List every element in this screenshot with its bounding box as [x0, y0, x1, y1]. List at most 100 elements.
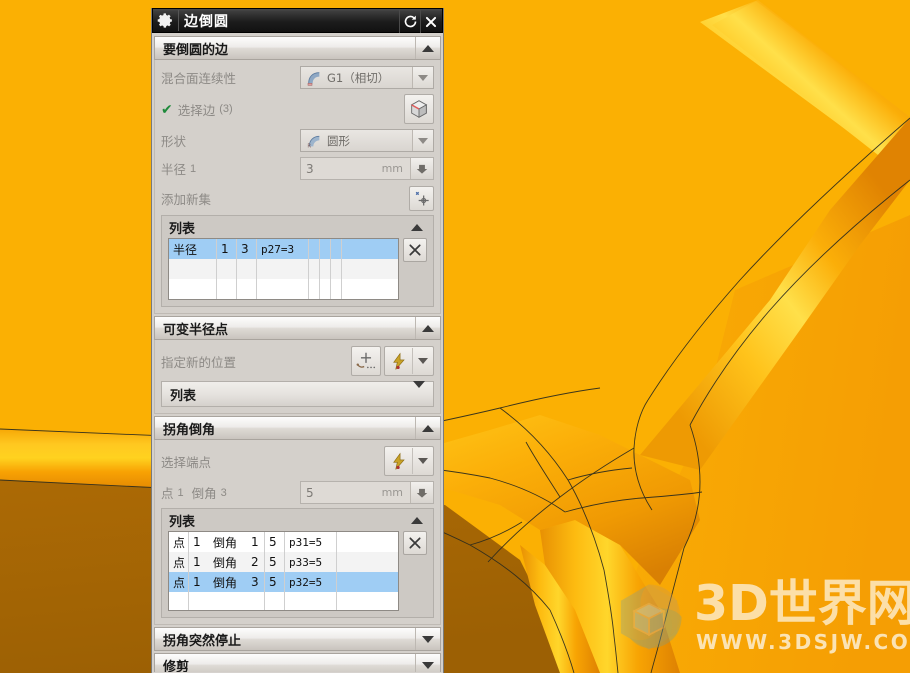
cell-index: 1	[193, 535, 201, 549]
label-radius-index: 1	[190, 162, 197, 175]
row-add-new-set: 添加新集	[161, 183, 434, 213]
radius-list-header[interactable]: 列表	[162, 216, 433, 238]
cell-sub: 倒角	[213, 555, 238, 570]
cell-expr: p31=5	[285, 532, 337, 552]
titlebar-divider	[178, 10, 179, 31]
shape-circular-icon: R	[303, 131, 325, 150]
chevron-up-icon-setback-list[interactable]	[407, 511, 427, 529]
cell-expr: p32=5	[285, 572, 337, 592]
reset-icon[interactable]	[400, 10, 420, 33]
chevron-up-icon-corner-setback[interactable]	[415, 417, 440, 439]
label-radius: 半径	[161, 162, 187, 177]
cell-pad-1	[309, 279, 320, 299]
chevron-down-icon-variable-radius-list[interactable]	[413, 381, 425, 402]
shape-value: 圆形	[327, 133, 350, 148]
continuity-select[interactable]: G1（相切）	[300, 66, 434, 89]
gear-icon[interactable]	[155, 10, 176, 31]
chevron-down-icon-corner-stop[interactable]	[415, 628, 440, 650]
delete-radius-button[interactable]	[403, 238, 427, 262]
row-select-edge: ✔ 选择边 (3)	[161, 92, 434, 126]
cell-pad-3	[331, 259, 342, 279]
chevron-up-icon-variable-radius[interactable]	[415, 317, 440, 339]
setback-unit: mm	[381, 486, 403, 499]
edge-blend-dialog: 边倒圆 要倒圆的边 混合面连续性 G1（相切） ✔ 选择边 (3) 形状 R 圆…	[151, 8, 444, 673]
table-row[interactable]	[169, 259, 398, 279]
radius-input[interactable]: 3 mm	[300, 157, 434, 180]
cell-name	[169, 259, 217, 279]
table-row[interactable]: 点 1 倒角 2 5 p33=5	[169, 552, 398, 572]
endpoint-snap-splitbutton[interactable]	[384, 446, 434, 476]
section-header-corner-stop[interactable]: 拐角突然停止	[154, 627, 441, 651]
cell-name: 点	[169, 572, 189, 592]
section-header-edges[interactable]: 要倒圆的边	[154, 36, 441, 60]
shape-select[interactable]: R 圆形	[300, 129, 434, 152]
row-shape: 形状 R 圆形	[161, 127, 434, 154]
snap-point-icon[interactable]	[385, 347, 412, 375]
cell-name	[169, 279, 217, 299]
section-body-edges: 混合面连续性 G1（相切） ✔ 选择边 (3) 形状 R 圆形 半径 1 3 m…	[154, 60, 441, 314]
section-title-variable-radius: 可变半径点	[163, 322, 229, 338]
cell-subindex: 2	[247, 552, 265, 572]
cell-pad-1	[309, 239, 320, 259]
cell-pad-4	[342, 279, 398, 299]
snap-point-splitbutton[interactable]	[384, 346, 434, 376]
radius-list-wrap: 半径 1 3 p27=3	[162, 238, 433, 300]
radius-stepper[interactable]	[410, 158, 433, 179]
cell-pad-1	[309, 259, 320, 279]
snap-point-icon-endpoint[interactable]	[385, 447, 412, 475]
section-body-corner-setback: 选择端点 点 1 倒角 3 5 mm 列表 点 1 倒角 1 5 p31=5 点…	[154, 440, 441, 625]
section-header-variable-radius[interactable]: 可变半径点	[154, 316, 441, 340]
variable-radius-list-header[interactable]: 列表	[161, 381, 434, 407]
titlebar-buttons	[399, 9, 441, 34]
cell-index	[189, 592, 209, 610]
table-row[interactable]: 点 1 倒角 3 5 p32=5	[169, 572, 398, 592]
section-header-corner-setback[interactable]: 拐角倒角	[154, 416, 441, 440]
cell-value: 3	[237, 239, 257, 259]
chevron-down-icon-snap-point[interactable]	[413, 347, 433, 375]
cell-value	[237, 259, 257, 279]
delete-setback-button[interactable]	[403, 531, 427, 555]
setback-value: 5	[306, 485, 314, 500]
select-edge-button[interactable]	[404, 94, 434, 124]
setback-list[interactable]: 点 1 倒角 1 5 p31=5 点 1 倒角 2 5 p33=5 点 1 倒角…	[168, 531, 399, 611]
table-row[interactable]	[169, 592, 398, 610]
variable-radius-list-title: 列表	[170, 388, 197, 404]
table-row[interactable]	[169, 279, 398, 299]
cell-sub: 倒角	[213, 535, 238, 550]
setback-input[interactable]: 5 mm	[300, 481, 434, 504]
point-constructor-button[interactable]	[351, 346, 381, 376]
3d-viewport[interactable]	[0, 0, 910, 673]
label-add-new-set: 添加新集	[161, 191, 212, 207]
continuity-value: G1（相切）	[327, 70, 390, 85]
row-setback-value: 点 1 倒角 3 5 mm	[161, 479, 434, 506]
section-title-edges: 要倒圆的边	[163, 42, 229, 58]
chevron-down-icon-endpoint-snap[interactable]	[413, 447, 433, 475]
setback-stepper[interactable]	[410, 482, 433, 503]
chevron-down-icon-continuity[interactable]	[412, 67, 433, 88]
setback-list-header[interactable]: 列表	[162, 509, 433, 531]
setback-list-panel: 列表 点 1 倒角 1 5 p31=5 点 1 倒角 2 5 p33=5 点 1…	[161, 508, 434, 618]
table-row[interactable]: 半径 1 3 p27=3	[169, 239, 398, 259]
dialog-titlebar[interactable]: 边倒圆	[152, 8, 443, 33]
radius-list-title: 列表	[169, 221, 196, 237]
label-select-edge: 选择边	[177, 102, 216, 118]
dialog-body: 要倒圆的边 混合面连续性 G1（相切） ✔ 选择边 (3) 形状 R 圆形 半径…	[152, 33, 443, 672]
blend-continuity-icon	[303, 68, 325, 87]
chevron-down-icon-trim[interactable]	[415, 654, 440, 672]
cell-pad-3	[331, 239, 342, 259]
close-icon[interactable]	[421, 10, 441, 33]
cell-name: 点	[169, 532, 189, 552]
section-header-trim[interactable]: 修剪	[154, 653, 441, 672]
chevron-up-icon-radius-list[interactable]	[407, 218, 427, 236]
cell-expr	[257, 279, 309, 299]
chevron-up-icon-edges[interactable]	[415, 37, 440, 59]
radius-list[interactable]: 半径 1 3 p27=3	[168, 238, 399, 300]
cell-pad-2	[320, 259, 331, 279]
cell-value: 5	[265, 532, 285, 552]
table-row[interactable]: 点 1 倒角 1 5 p31=5	[169, 532, 398, 552]
radius-unit: mm	[381, 162, 403, 175]
chevron-down-icon-shape[interactable]	[412, 130, 433, 151]
cell-pad-2	[320, 279, 331, 299]
add-new-set-button[interactable]	[409, 185, 434, 211]
cell-name	[169, 592, 189, 610]
